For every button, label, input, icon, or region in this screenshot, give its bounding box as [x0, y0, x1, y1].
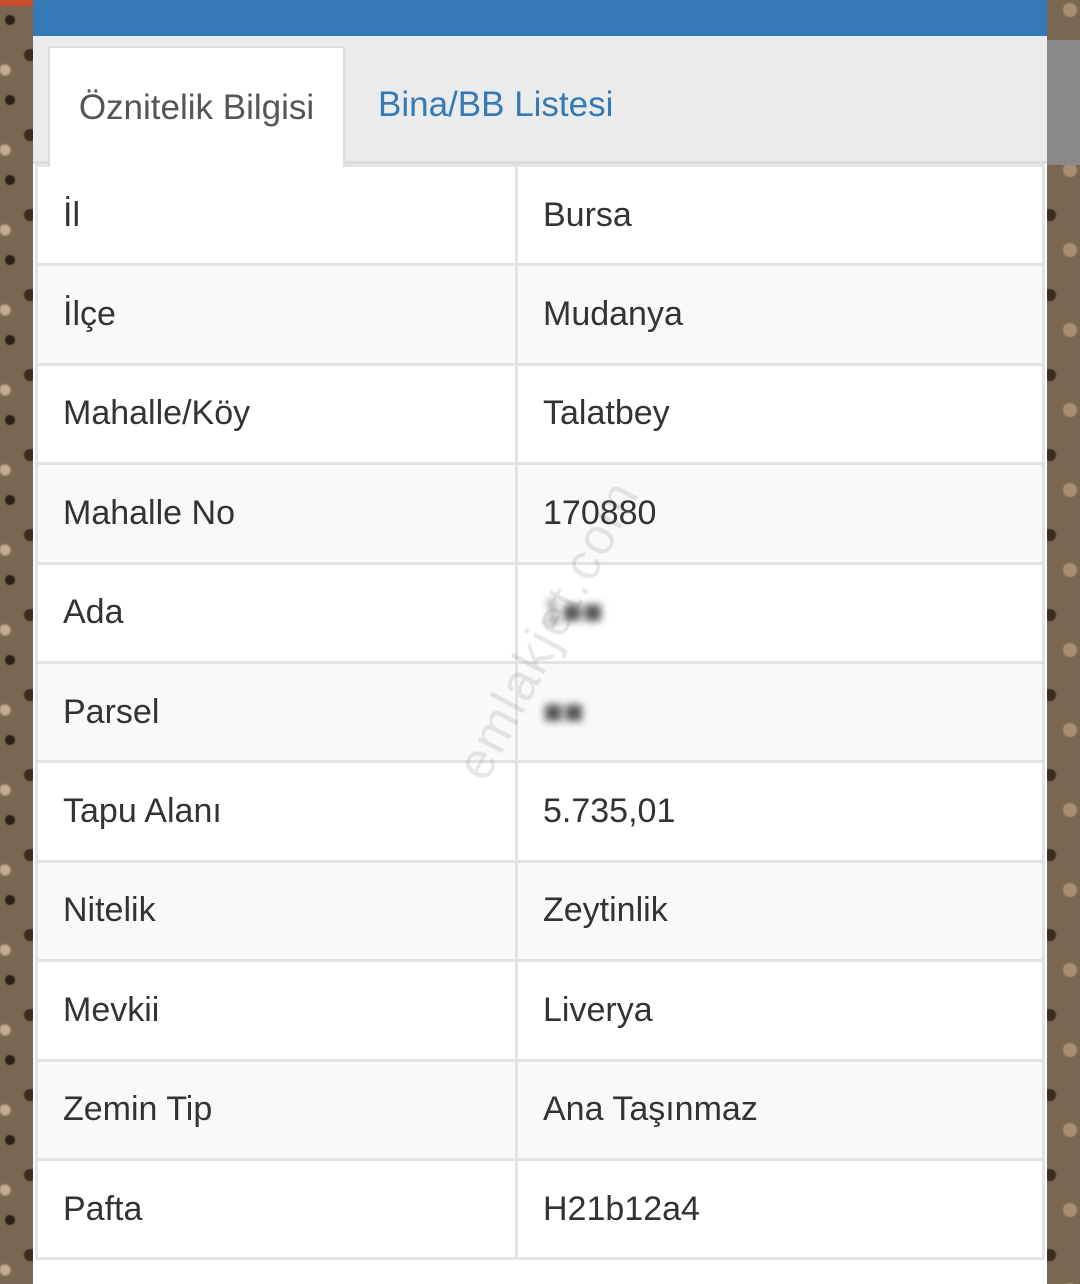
attribute-value: Bursa: [515, 163, 1045, 267]
attribute-key: Zemin Tip: [35, 1058, 518, 1161]
table-row: Ada 1■■: [35, 561, 1045, 664]
attribute-key: İlçe: [35, 263, 518, 366]
table-row: İl Bursa: [35, 163, 1045, 267]
attribute-value: Talatbey: [515, 362, 1045, 466]
attribute-panel: Öznitelik Bilgisi Bina/BB Listesi İl Bur…: [33, 0, 1047, 1284]
table-row: Mevkii Liverya: [35, 959, 1045, 1062]
scrollbar-thumb[interactable]: [1046, 40, 1080, 165]
table-row: Zemin Tip Ana Taşınmaz: [35, 1058, 1045, 1161]
attribute-value: Liverya: [515, 959, 1045, 1062]
attribute-key: Mevkii: [35, 959, 518, 1062]
attribute-table: İl Bursa İlçe Mudanya Mahalle/Köy Talatb…: [35, 163, 1045, 1261]
attribute-value: 170880: [515, 462, 1045, 565]
attribute-key: Mahalle/Köy: [35, 362, 518, 466]
attribute-key: Tapu Alanı: [35, 760, 518, 863]
attribute-value: Mudanya: [515, 263, 1045, 366]
attribute-value: Zeytinlik: [515, 859, 1045, 963]
attribute-key: Ada: [35, 561, 518, 664]
attribute-value: ■■: [515, 660, 1045, 764]
attribute-key: Parsel: [35, 660, 518, 764]
panel-header-bar: [33, 0, 1047, 36]
map-marker-strip: [0, 0, 34, 6]
attribute-key: Pafta: [35, 1157, 518, 1261]
table-row: İlçe Mudanya: [35, 263, 1045, 366]
attribute-value: H21b12a4: [515, 1157, 1045, 1261]
table-row: Parsel ■■: [35, 660, 1045, 764]
tab-bar: Öznitelik Bilgisi Bina/BB Listesi: [33, 36, 1047, 167]
tab-attribute-info[interactable]: Öznitelik Bilgisi: [48, 46, 345, 167]
table-row: Nitelik Zeytinlik: [35, 859, 1045, 963]
attribute-value: Ana Taşınmaz: [515, 1058, 1045, 1161]
attribute-key: İl: [35, 163, 518, 267]
table-row: Tapu Alanı 5.735,01: [35, 760, 1045, 863]
table-row: Mahalle/Köy Talatbey: [35, 362, 1045, 466]
redacted-value: 1■■: [543, 593, 603, 632]
attribute-key: Nitelik: [35, 859, 518, 963]
redacted-value: ■■: [543, 692, 585, 731]
attribute-value: 5.735,01: [515, 760, 1045, 863]
attribute-value: 1■■: [515, 561, 1045, 664]
table-row: Mahalle No 170880: [35, 462, 1045, 565]
table-row: Pafta H21b12a4: [35, 1157, 1045, 1261]
tab-building-list[interactable]: Bina/BB Listesi: [378, 46, 613, 164]
attribute-key: Mahalle No: [35, 462, 518, 565]
